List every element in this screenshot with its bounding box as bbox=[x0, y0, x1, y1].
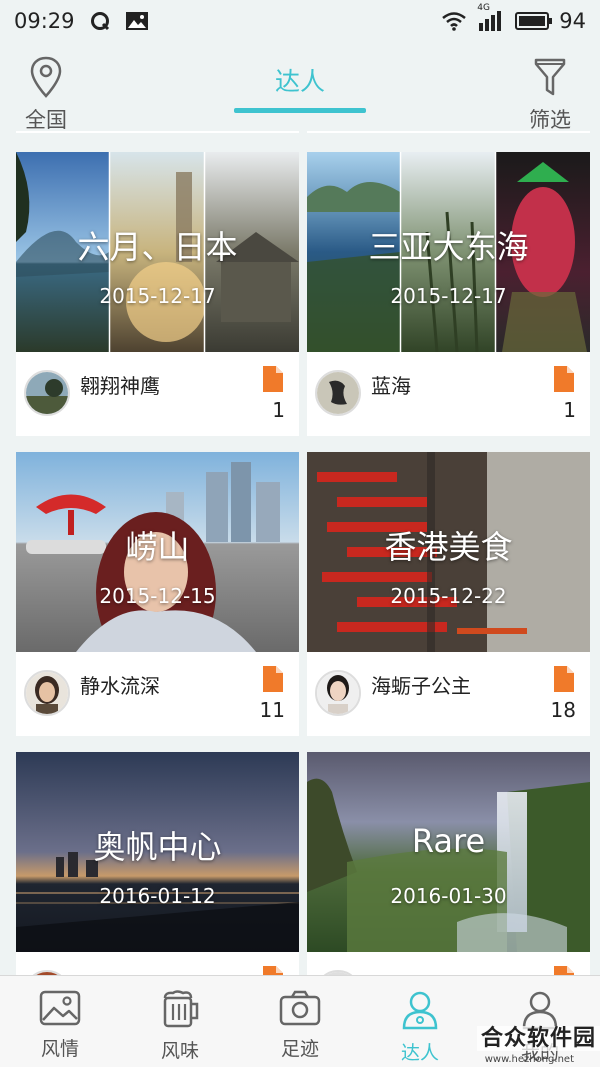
trip-card-footer: 静水流深 11 bbox=[16, 652, 299, 736]
gallery-notification-icon bbox=[125, 12, 148, 30]
trip-date: 2016-01-30 bbox=[390, 884, 507, 908]
nav-item-experts[interactable]: 达人 bbox=[360, 976, 480, 1067]
watermark-url: www.hezhong.net bbox=[484, 1054, 574, 1065]
location-button[interactable]: 全国 bbox=[14, 56, 78, 134]
trip-title: Rare bbox=[411, 822, 486, 860]
location-label: 全国 bbox=[25, 108, 67, 132]
watermark-title: 合众软件园 bbox=[476, 1026, 600, 1051]
avatar[interactable] bbox=[315, 370, 361, 416]
trip-cover-image: Rare 2016-01-30 bbox=[307, 752, 590, 952]
trip-card[interactable]: 三亚大东海 2015-12-17 蓝海 1 bbox=[307, 152, 590, 436]
filter-button[interactable]: 筛选 bbox=[518, 56, 582, 134]
trip-title: 六月、日本 bbox=[77, 228, 238, 266]
status-time: 09:29 bbox=[14, 9, 75, 33]
trip-date: 2015-12-17 bbox=[99, 284, 216, 308]
nav-label: 风情 bbox=[40, 1038, 79, 1060]
nav-item-scenery[interactable]: 风情 bbox=[0, 976, 120, 1067]
author-name[interactable]: 蓝海 bbox=[371, 370, 411, 399]
document-icon bbox=[554, 366, 574, 392]
battery-icon bbox=[515, 12, 553, 30]
author-name[interactable]: 静水流深 bbox=[80, 670, 160, 699]
trip-date: 2015-12-17 bbox=[390, 284, 507, 308]
q-app-icon bbox=[90, 12, 109, 31]
filter-funnel-icon bbox=[534, 58, 566, 96]
entry-count: 1 bbox=[563, 398, 576, 422]
person-icon bbox=[402, 991, 438, 1030]
tab-experts[interactable]: 达人 bbox=[234, 62, 366, 98]
trip-title: 香港美食 bbox=[384, 528, 513, 566]
nav-label: 风味 bbox=[160, 1040, 199, 1062]
watermark: 合众软件园 www.hezhong.net bbox=[470, 1020, 600, 1065]
trip-card[interactable]: 崂山 2015-12-15 静水流深 11 bbox=[16, 452, 299, 736]
avatar[interactable] bbox=[315, 670, 361, 716]
trip-card-footer: 蓝海 1 bbox=[307, 352, 590, 436]
trip-title: 奥帆中心 bbox=[93, 828, 222, 866]
network-type-label: 4G bbox=[477, 3, 490, 13]
trip-cover-image: 六月、日本 2015-12-17 bbox=[16, 152, 299, 352]
filter-label: 筛选 bbox=[529, 108, 571, 132]
trip-card-footer: 翱翔神鹰 1 bbox=[16, 352, 299, 436]
signal-icon bbox=[479, 11, 502, 31]
author-name[interactable]: 海蛎子公主 bbox=[371, 670, 471, 699]
battery-level: 94 bbox=[559, 9, 586, 33]
avatar[interactable] bbox=[24, 370, 70, 416]
trip-card[interactable]: 香港美食 2015-12-22 海蛎子公主 18 bbox=[307, 452, 590, 736]
avatar[interactable] bbox=[24, 670, 70, 716]
document-icon bbox=[554, 666, 574, 692]
document-icon bbox=[263, 666, 283, 692]
top-bar: 全国 达人 筛选 bbox=[0, 42, 600, 134]
trip-cover-image: 奥帆中心 2016-01-12 bbox=[16, 752, 299, 952]
entry-count: 18 bbox=[550, 698, 576, 722]
header-divider-right bbox=[307, 131, 590, 133]
trip-date: 2016-01-12 bbox=[99, 884, 216, 908]
location-pin-icon bbox=[30, 56, 62, 98]
document-icon bbox=[263, 366, 283, 392]
trip-title: 三亚大东海 bbox=[368, 228, 529, 266]
status-bar: 09:29 4G 94 bbox=[0, 0, 600, 42]
header-divider-left bbox=[16, 131, 299, 133]
wifi-icon bbox=[442, 12, 467, 31]
trip-card[interactable]: 六月、日本 2015-12-17 翱翔神鹰 1 bbox=[16, 152, 299, 436]
trip-title: 崂山 bbox=[125, 528, 190, 566]
trip-cover-image: 三亚大东海 2015-12-17 bbox=[307, 152, 590, 352]
entry-count: 11 bbox=[259, 698, 285, 722]
tab-indicator bbox=[234, 108, 366, 113]
camera-icon bbox=[279, 990, 321, 1026]
trip-date: 2015-12-15 bbox=[99, 584, 216, 608]
nav-item-footprints[interactable]: 足迹 bbox=[240, 976, 360, 1067]
trip-cover-image: 香港美食 2015-12-22 bbox=[307, 452, 590, 652]
entry-count: 1 bbox=[272, 398, 285, 422]
trip-card-footer: 海蛎子公主 18 bbox=[307, 652, 590, 736]
nav-label: 达人 bbox=[400, 1042, 439, 1064]
nav-label: 足迹 bbox=[280, 1038, 319, 1060]
trip-date: 2015-12-22 bbox=[390, 584, 507, 608]
author-name[interactable]: 翱翔神鹰 bbox=[80, 370, 160, 399]
trip-cover-image: 崂山 2015-12-15 bbox=[16, 452, 299, 652]
beer-icon bbox=[163, 990, 199, 1028]
image-icon bbox=[39, 990, 81, 1026]
nav-item-flavor[interactable]: 风味 bbox=[120, 976, 240, 1067]
